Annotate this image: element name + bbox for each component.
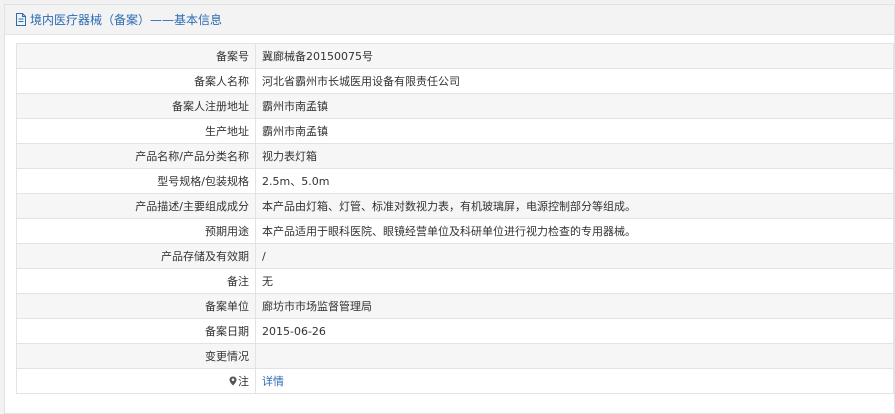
table-row: 产品描述/主要组成成分 本产品由灯箱、灯管、标准对数视力表，有机玻璃屏，电源控制… (16, 193, 894, 219)
table-row: 产品存储及有效期 / (16, 243, 894, 269)
table-row: 产品名称/产品分类名称 视力表灯箱 (16, 143, 894, 169)
row-label: 生产地址 (16, 118, 256, 144)
table-row: 型号规格/包装规格 2.5m、5.0m (16, 168, 894, 194)
row-label: 备案人注册地址 (16, 93, 256, 119)
document-icon (15, 13, 27, 26)
table-row: 备案号 冀廊械备20150075号 (16, 43, 894, 69)
row-label: 产品描述/主要组成成分 (16, 193, 256, 219)
row-label: 预期用途 (16, 218, 256, 244)
table-row: 预期用途 本产品适用于眼科医院、眼镜经营单位及科研单位进行视力检查的专用器械。 (16, 218, 894, 244)
map-pin-icon (229, 376, 237, 386)
table-row: 备案人名称 河北省霸州市长城医用设备有限责任公司 (16, 68, 894, 94)
note-label: 注 (238, 375, 249, 388)
row-label: 备案日期 (16, 318, 256, 344)
table-row: 备案日期 2015-06-26 (16, 318, 894, 344)
table-row: 变更情况 (16, 343, 894, 369)
table-row: 备案单位 廊坊市市场监督管理局 (16, 293, 894, 319)
table-row: 生产地址 霸州市南孟镇 (16, 118, 894, 144)
row-label: 型号规格/包装规格 (16, 168, 256, 194)
row-value (255, 343, 894, 369)
row-value: 霸州市南孟镇 (255, 93, 894, 119)
row-value: 河北省霸州市长城医用设备有限责任公司 (255, 68, 894, 94)
row-value: 无 (255, 268, 894, 294)
row-value: / (255, 243, 894, 269)
row-value: 2015-06-26 (255, 318, 894, 344)
row-value: 2.5m、5.0m (255, 168, 894, 194)
row-value: 详情 (255, 368, 894, 394)
table-row: 备案人注册地址 霸州市南孟镇 (16, 93, 894, 119)
row-value: 本产品适用于眼科医院、眼镜经营单位及科研单位进行视力检查的专用器械。 (255, 218, 894, 244)
row-label: 产品名称/产品分类名称 (16, 143, 256, 169)
info-table: 备案号 冀廊械备20150075号 备案人名称 河北省霸州市长城医用设备有限责任… (16, 43, 894, 394)
row-label: 备案号 (16, 43, 256, 69)
row-label: 备注 (16, 268, 256, 294)
row-value: 廊坊市市场监督管理局 (255, 293, 894, 319)
row-value: 冀廊械备20150075号 (255, 43, 894, 69)
row-value: 本产品由灯箱、灯管、标准对数视力表，有机玻璃屏，电源控制部分等组成。 (255, 193, 894, 219)
panel-title: 境内医疗器械（备案）——基本信息 (30, 13, 223, 27)
table-row-note: 注 详情 (16, 368, 894, 394)
row-value: 霸州市南孟镇 (255, 118, 894, 144)
row-label-note: 注 (16, 368, 256, 394)
row-label: 备案单位 (16, 293, 256, 319)
row-label: 变更情况 (16, 343, 256, 369)
row-label: 备案人名称 (16, 68, 256, 94)
info-panel: 境内医疗器械（备案）——基本信息 备案号 冀廊械备20150075号 备案人名称… (4, 4, 895, 414)
details-link[interactable]: 详情 (262, 375, 284, 388)
row-label: 产品存储及有效期 (16, 243, 256, 269)
table-row: 备注 无 (16, 268, 894, 294)
panel-header: 境内医疗器械（备案）——基本信息 (5, 5, 894, 35)
row-value: 视力表灯箱 (255, 143, 894, 169)
